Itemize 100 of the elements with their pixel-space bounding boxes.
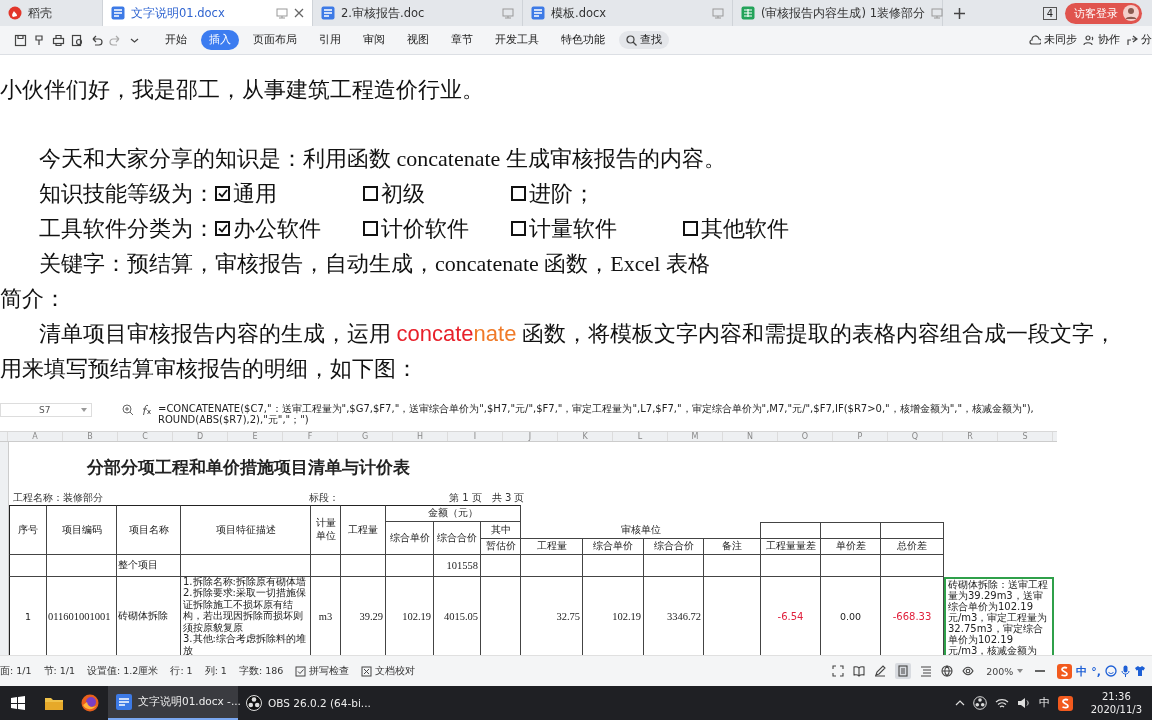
check-icon [217, 224, 228, 233]
paragraph: 关键字：预结算，审核报告，自动生成，concatenate 函数，Excel 表格 [39, 250, 710, 278]
document-icon [116, 694, 132, 710]
pen-icon[interactable] [874, 665, 887, 677]
book-icon[interactable] [853, 665, 866, 677]
checkbox[interactable] [511, 221, 526, 236]
browser-icon[interactable] [81, 694, 99, 712]
menu-tab[interactable]: 引用 [311, 30, 349, 50]
column-heading: 备注 [704, 539, 761, 555]
print-icon[interactable] [52, 33, 65, 47]
input-language[interactable]: 中 [1038, 696, 1050, 710]
status-button[interactable]: 拼写检查 [295, 664, 350, 678]
search-icon [626, 34, 637, 46]
ime-status: °, [1091, 664, 1101, 678]
column-heading: 金额（元） [386, 505, 521, 522]
chevron-up-icon[interactable] [954, 700, 965, 706]
status-text: 行: 1 [170, 664, 193, 678]
globe-icon[interactable] [941, 665, 954, 677]
checkbox[interactable] [215, 221, 230, 236]
menu-tab[interactable]: 章节 [443, 30, 481, 50]
option-label: 知识技能等级为： [39, 180, 215, 208]
brush-icon[interactable] [33, 33, 46, 47]
column-header: D [173, 432, 228, 441]
volume-icon[interactable] [1016, 697, 1031, 709]
folder-icon[interactable] [45, 696, 63, 710]
menu-tab[interactable]: 视图 [399, 30, 437, 50]
column-header: H [393, 432, 448, 441]
column-header: K [558, 432, 613, 441]
wifi-icon[interactable] [994, 697, 1009, 709]
login-button[interactable]: 访客登录 [1065, 2, 1142, 24]
plus-icon[interactable] [953, 6, 966, 20]
checkbox[interactable] [511, 186, 526, 201]
menu-tab[interactable]: 开始 [157, 30, 195, 50]
zoom-icon[interactable] [122, 404, 134, 416]
paragraph: 简介： [0, 285, 66, 313]
column-heading: 综合合价 [434, 522, 481, 555]
column-header: J [503, 432, 558, 441]
menu-tab[interactable]: 特色功能 [553, 30, 613, 50]
ime-logo-icon[interactable] [1057, 695, 1073, 711]
formula-field[interactable]: =CONCATENATE($C7,"：送审工程量为",$G7,$F7,"，送审综合单价为",$H7,"元/",$F7,"，审定工程量为",L7,$F7,"，审定综合单价为",M7,"元/",$F7,IF($R7>0,"，核增金额为","，核减金额为"),ROUND(ABS($R7),2),"元","；") [158, 403, 1038, 425]
eye-icon[interactable] [962, 665, 975, 677]
toolbar-button[interactable]: 协作 [1083, 33, 1120, 47]
status-button[interactable]: 文档校对 [361, 664, 416, 678]
option-text: 初级 [381, 180, 425, 208]
function-icon[interactable] [140, 404, 152, 416]
checkbox[interactable] [215, 186, 230, 201]
preview-icon[interactable] [71, 33, 84, 47]
toolbar-button[interactable]: 未同步 [1029, 33, 1077, 47]
spreadsheet-icon [741, 6, 755, 20]
avatar-icon [1123, 5, 1139, 21]
empty-cell [881, 555, 944, 577]
column-heading: 其中 [481, 522, 521, 539]
obs-tray-icon[interactable] [972, 696, 987, 710]
checkbox[interactable] [363, 186, 378, 201]
undo-icon[interactable] [90, 33, 103, 47]
ime-status: 中 [1076, 663, 1088, 679]
paragraph: 小伙伴们好，我是邵工，从事建筑工程造价行业。 [0, 76, 484, 104]
column-heading: 项目名称 [117, 505, 181, 555]
close-icon[interactable] [294, 8, 304, 18]
menu-tab[interactable]: 开发工具 [487, 30, 547, 50]
taskbar-app[interactable]: OBS 26.0.2 (64-bi... [238, 686, 368, 720]
column-header: G [338, 432, 393, 441]
page-view-icon[interactable] [895, 663, 912, 679]
tab[interactable]: 文字说明01.docx [103, 0, 313, 26]
toolbar-button[interactable]: 分 [1126, 33, 1152, 47]
menu-tab[interactable]: 页面布局 [245, 30, 305, 50]
document-icon [111, 6, 125, 20]
option-text: 通用 [233, 180, 277, 208]
zoom-dropdown[interactable]: 200% [986, 665, 1024, 677]
caret-icon [81, 408, 87, 412]
page-icon [897, 665, 910, 677]
status-text: 设置值: 1.2厘米 [87, 664, 159, 678]
column-heading: 审核单位 [521, 522, 761, 539]
smiley-icon[interactable] [1105, 665, 1117, 677]
search-button[interactable]: 查找 [619, 31, 669, 49]
column-header: P [833, 432, 888, 441]
microphone-icon[interactable] [1121, 665, 1130, 677]
checkbox[interactable] [683, 221, 698, 236]
save-icon[interactable] [14, 33, 27, 47]
column-heading: 工程量 [521, 539, 583, 555]
option-label: 工具软件分类为： [39, 215, 215, 243]
fullscreen-icon[interactable] [832, 665, 845, 677]
menu-tab[interactable]: 审阅 [355, 30, 393, 50]
taskbar-app[interactable]: 文字说明01.docx -... [108, 686, 238, 720]
empty-cell [481, 555, 521, 577]
menu-tab[interactable]: 插入 [201, 30, 239, 50]
window-count[interactable]: 4 [1042, 6, 1057, 20]
share-icon [1126, 34, 1138, 46]
column-heading: 项目编码 [47, 505, 117, 555]
sheet-title: 分部分项工程和单价措施项目清单与计价表 [87, 455, 410, 479]
column-header: E [228, 432, 283, 441]
empty-cell [341, 555, 386, 577]
shirt-icon[interactable] [1134, 665, 1146, 677]
paragraph: 用来填写预结算审核报告的明细，如下图： [0, 355, 418, 383]
status-text: 字数: 186 [238, 664, 284, 678]
checkbox[interactable] [363, 221, 378, 236]
windows-icon[interactable] [11, 696, 25, 710]
document-icon [321, 6, 335, 20]
flame-icon [8, 6, 22, 20]
cell-reference-field[interactable]: S7 [0, 403, 92, 417]
